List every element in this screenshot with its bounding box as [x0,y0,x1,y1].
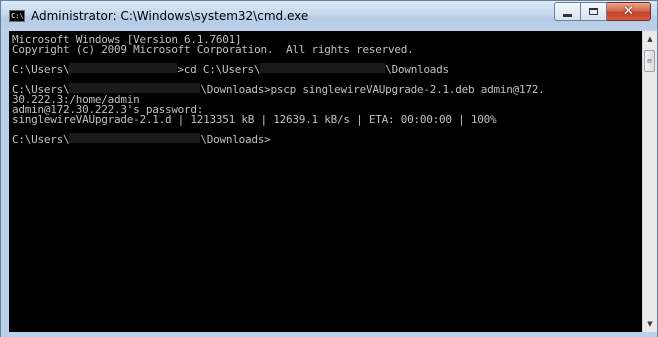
console-text: Copyright (c) 2009 Microsoft Corporation… [12,43,414,56]
minimize-icon [563,13,572,17]
console-icon[interactable]: C:\ [9,10,25,22]
console-line: singlewireVAUpgrade-2.1.d | 1213351 kB |… [12,113,544,126]
minimize-button[interactable] [554,2,581,21]
redacted-username [69,133,201,143]
console-text: >cd C:\Users\ [177,63,261,76]
console-line: Microsoft Windows [Version 6.1.7601] [12,33,544,46]
console-output[interactable]: Microsoft Windows [Version 6.1.7601] Copy… [9,31,642,332]
close-icon: ✕ [623,4,634,19]
redacted-username [69,83,201,93]
console-line: C:\Users\ \Downloads> [12,133,544,146]
maximize-button[interactable] [581,2,607,21]
redacted-username [69,63,178,73]
window-title: Administrator: C:\Windows\system32\cmd.e… [31,9,309,23]
scroll-down-arrow-icon[interactable]: ▼ [643,317,657,331]
console-text: C:\Users\ [12,133,70,146]
console-text: singlewireVAUpgrade-2.1.d | 1213351 kB |… [12,113,497,126]
vertical-scrollbar[interactable]: ▲ ≡ ▼ [642,31,657,332]
console-lines: Microsoft Windows [Version 6.1.7601] Copy… [12,33,545,146]
console-window: C:\ Administrator: C:\Windows\system32\c… [0,0,658,337]
console-line: C:\Users\ >cd C:\Users\ \Downloads [12,63,544,76]
console-line: admin@172.30.222.3's password: [12,103,544,116]
scroll-thumb[interactable]: ≡ [644,50,655,72]
maximize-icon [589,8,598,15]
console-line: Copyright (c) 2009 Microsoft Corporation… [12,43,544,56]
caption-buttons: ✕ [554,2,651,22]
console-text: \Downloads> [200,133,271,146]
console-line: C:\Users\ \Downloads>pscp singlewireVAUpg… [12,83,545,96]
redacted-username [260,63,386,73]
title-bar[interactable]: C:\ Administrator: C:\Windows\system32\c… [1,1,657,31]
console-text: \Downloads [385,63,449,76]
console-text: \Downloads>pscp singlewireVAUpgrade-2.1.… [200,83,545,96]
close-button[interactable]: ✕ [607,2,651,21]
console-text: C:\Users\ [12,63,70,76]
scroll-up-arrow-icon[interactable]: ▲ [643,32,657,46]
window-bottom-frame [1,332,657,337]
